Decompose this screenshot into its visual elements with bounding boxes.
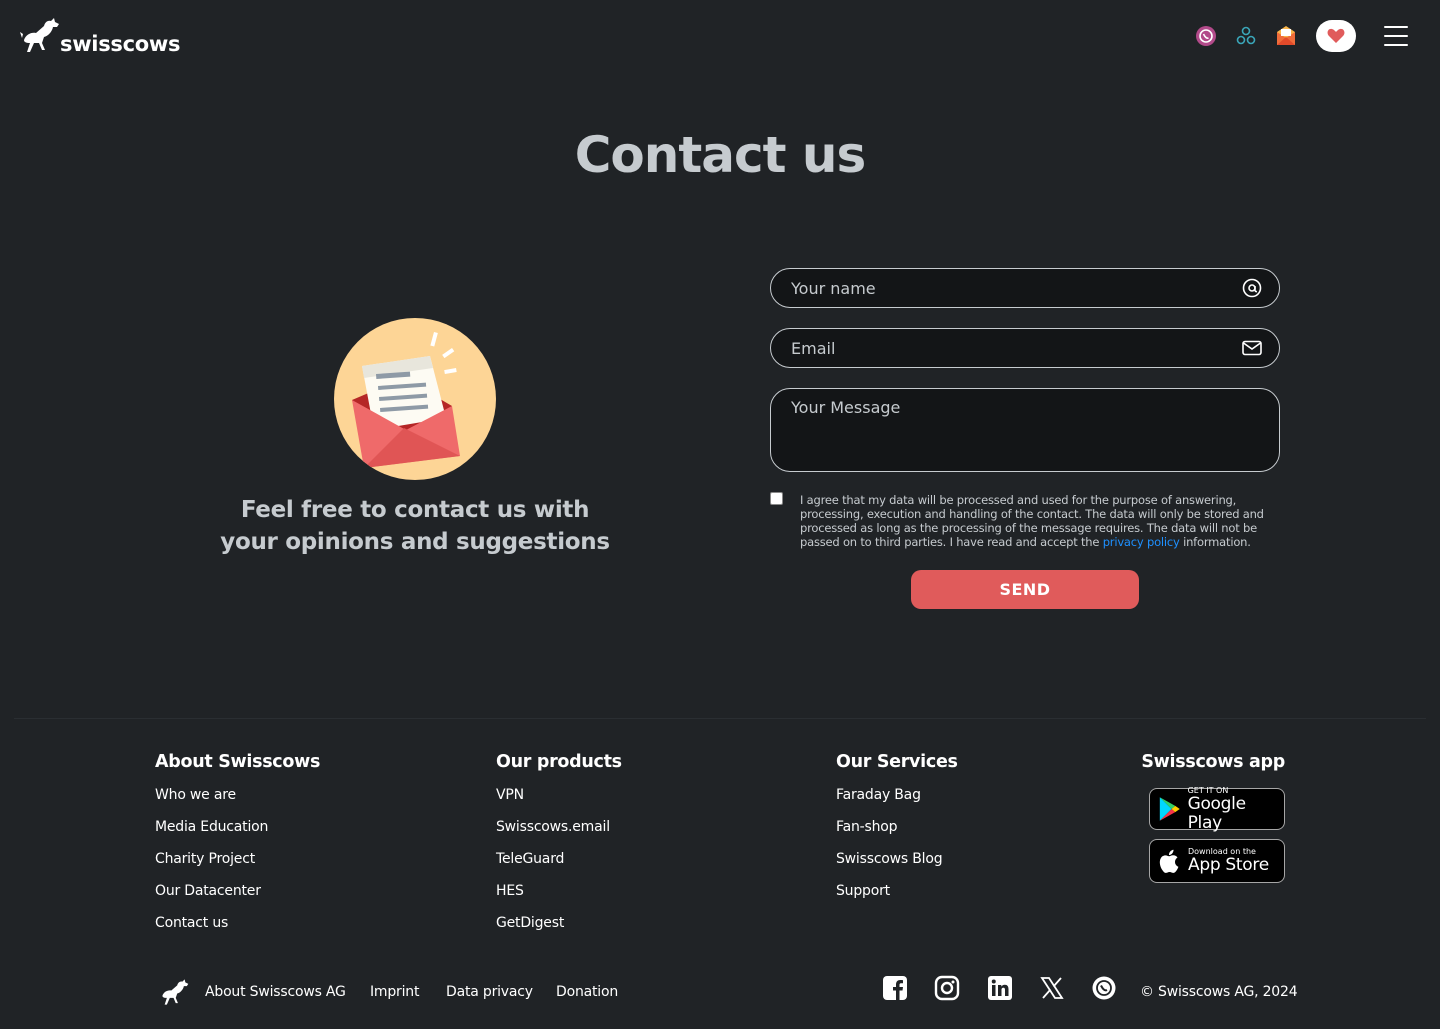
footer-services-title: Our Services (836, 752, 958, 772)
footer-link-faraday-bag[interactable]: Faraday Bag (836, 779, 958, 811)
linkedin-icon[interactable] (986, 974, 1014, 1002)
copyright-text: © Swisscows AG, 2024 (1140, 984, 1298, 1000)
footer-about-title: About Swisscows (155, 752, 321, 772)
footer-products-title: Our products (496, 752, 622, 772)
footer-app-title: Swisscows app (1141, 752, 1285, 772)
tagline: Feel free to contact us with your opinio… (220, 497, 610, 555)
page-title: Contact us (574, 126, 867, 184)
footer-link-charity-project[interactable]: Charity Project (155, 843, 320, 875)
consent-text: I agree that my data will be processed a… (800, 493, 1270, 549)
send-button[interactable]: SEND (911, 570, 1139, 609)
app-store-badge[interactable]: Download on the App Store (1149, 839, 1285, 883)
privacy-policy-link[interactable]: privacy policy (1103, 535, 1180, 549)
footer-link-contact-us[interactable]: Contact us (155, 907, 320, 939)
footer-link-support[interactable]: Support (836, 875, 958, 907)
footer-link-hes[interactable]: HES (496, 875, 622, 907)
footer-link-fan-shop[interactable]: Fan-shop (836, 811, 958, 843)
open-envelope-icon (352, 332, 460, 468)
google-play-big-text: Google Play (1187, 793, 1246, 833)
apple-icon (1159, 849, 1179, 873)
site-header: swisscows (0, 0, 1440, 80)
footer-about-column: About Swisscows Who we are Media Educati… (155, 752, 320, 939)
swisscows-logo[interactable]: swisscows (18, 12, 180, 58)
vpn-icon[interactable] (1234, 24, 1258, 48)
envelope-illustration (334, 318, 496, 480)
footer-link-donation[interactable]: Donation (556, 984, 618, 1000)
footer-link-about-swisscows-ag[interactable]: About Swisscows AG (205, 984, 346, 1000)
google-play-icon (1159, 797, 1180, 821)
cow-logo-small-icon[interactable] (158, 974, 192, 1010)
footer-link-media-education[interactable]: Media Education (155, 811, 320, 843)
email-field[interactable] (770, 328, 1280, 368)
x-icon[interactable] (1038, 974, 1066, 1002)
footer-link-swisscows-blog[interactable]: Swisscows Blog (836, 843, 958, 875)
email-icon[interactable] (1274, 24, 1298, 48)
name-input[interactable] (791, 278, 1241, 298)
heart-icon (1327, 28, 1345, 43)
footer-divider (14, 718, 1426, 719)
logo-text: swisscows (60, 32, 181, 56)
footer-services-column: Our Services Faraday Bag Fan-shop Swissc… (836, 752, 958, 907)
at-sign-icon (1241, 277, 1263, 299)
footer-link-swisscows-email[interactable]: Swisscows.email (496, 811, 622, 843)
consent-checkbox[interactable] (770, 492, 783, 505)
teleguard-social-icon[interactable] (1090, 974, 1118, 1002)
footer-link-data-privacy[interactable]: Data privacy (446, 984, 533, 1000)
message-field[interactable] (770, 388, 1280, 472)
footer-link-vpn[interactable]: VPN (496, 779, 622, 811)
footer-link-our-datacenter[interactable]: Our Datacenter (155, 875, 320, 907)
email-input[interactable] (791, 338, 1241, 358)
mail-icon (1241, 337, 1263, 359)
footer-link-getdigest[interactable]: GetDigest (496, 907, 622, 939)
consent-text-after: information. (1179, 535, 1251, 549)
app-store-big-text: App Store (1188, 855, 1269, 875)
menu-icon[interactable] (1384, 26, 1408, 46)
google-play-badge[interactable]: GET IT ON Google Play (1149, 786, 1285, 833)
name-field[interactable] (770, 268, 1280, 308)
teleguard-icon[interactable] (1194, 24, 1218, 48)
footer-bottom-bar: About Swisscows AG Imprint Data privacy … (0, 970, 1440, 1016)
footer-link-teleguard[interactable]: TeleGuard (496, 843, 622, 875)
footer-link-imprint[interactable]: Imprint (370, 984, 419, 1000)
donate-button[interactable] (1316, 20, 1356, 52)
footer-link-who-we-are[interactable]: Who we are (155, 779, 320, 811)
facebook-icon[interactable] (881, 974, 909, 1002)
instagram-icon[interactable] (933, 974, 961, 1002)
cow-logo-icon (20, 18, 59, 52)
message-input[interactable] (791, 398, 1259, 462)
footer-products-column: Our products VPN Swisscows.email TeleGua… (496, 752, 622, 939)
